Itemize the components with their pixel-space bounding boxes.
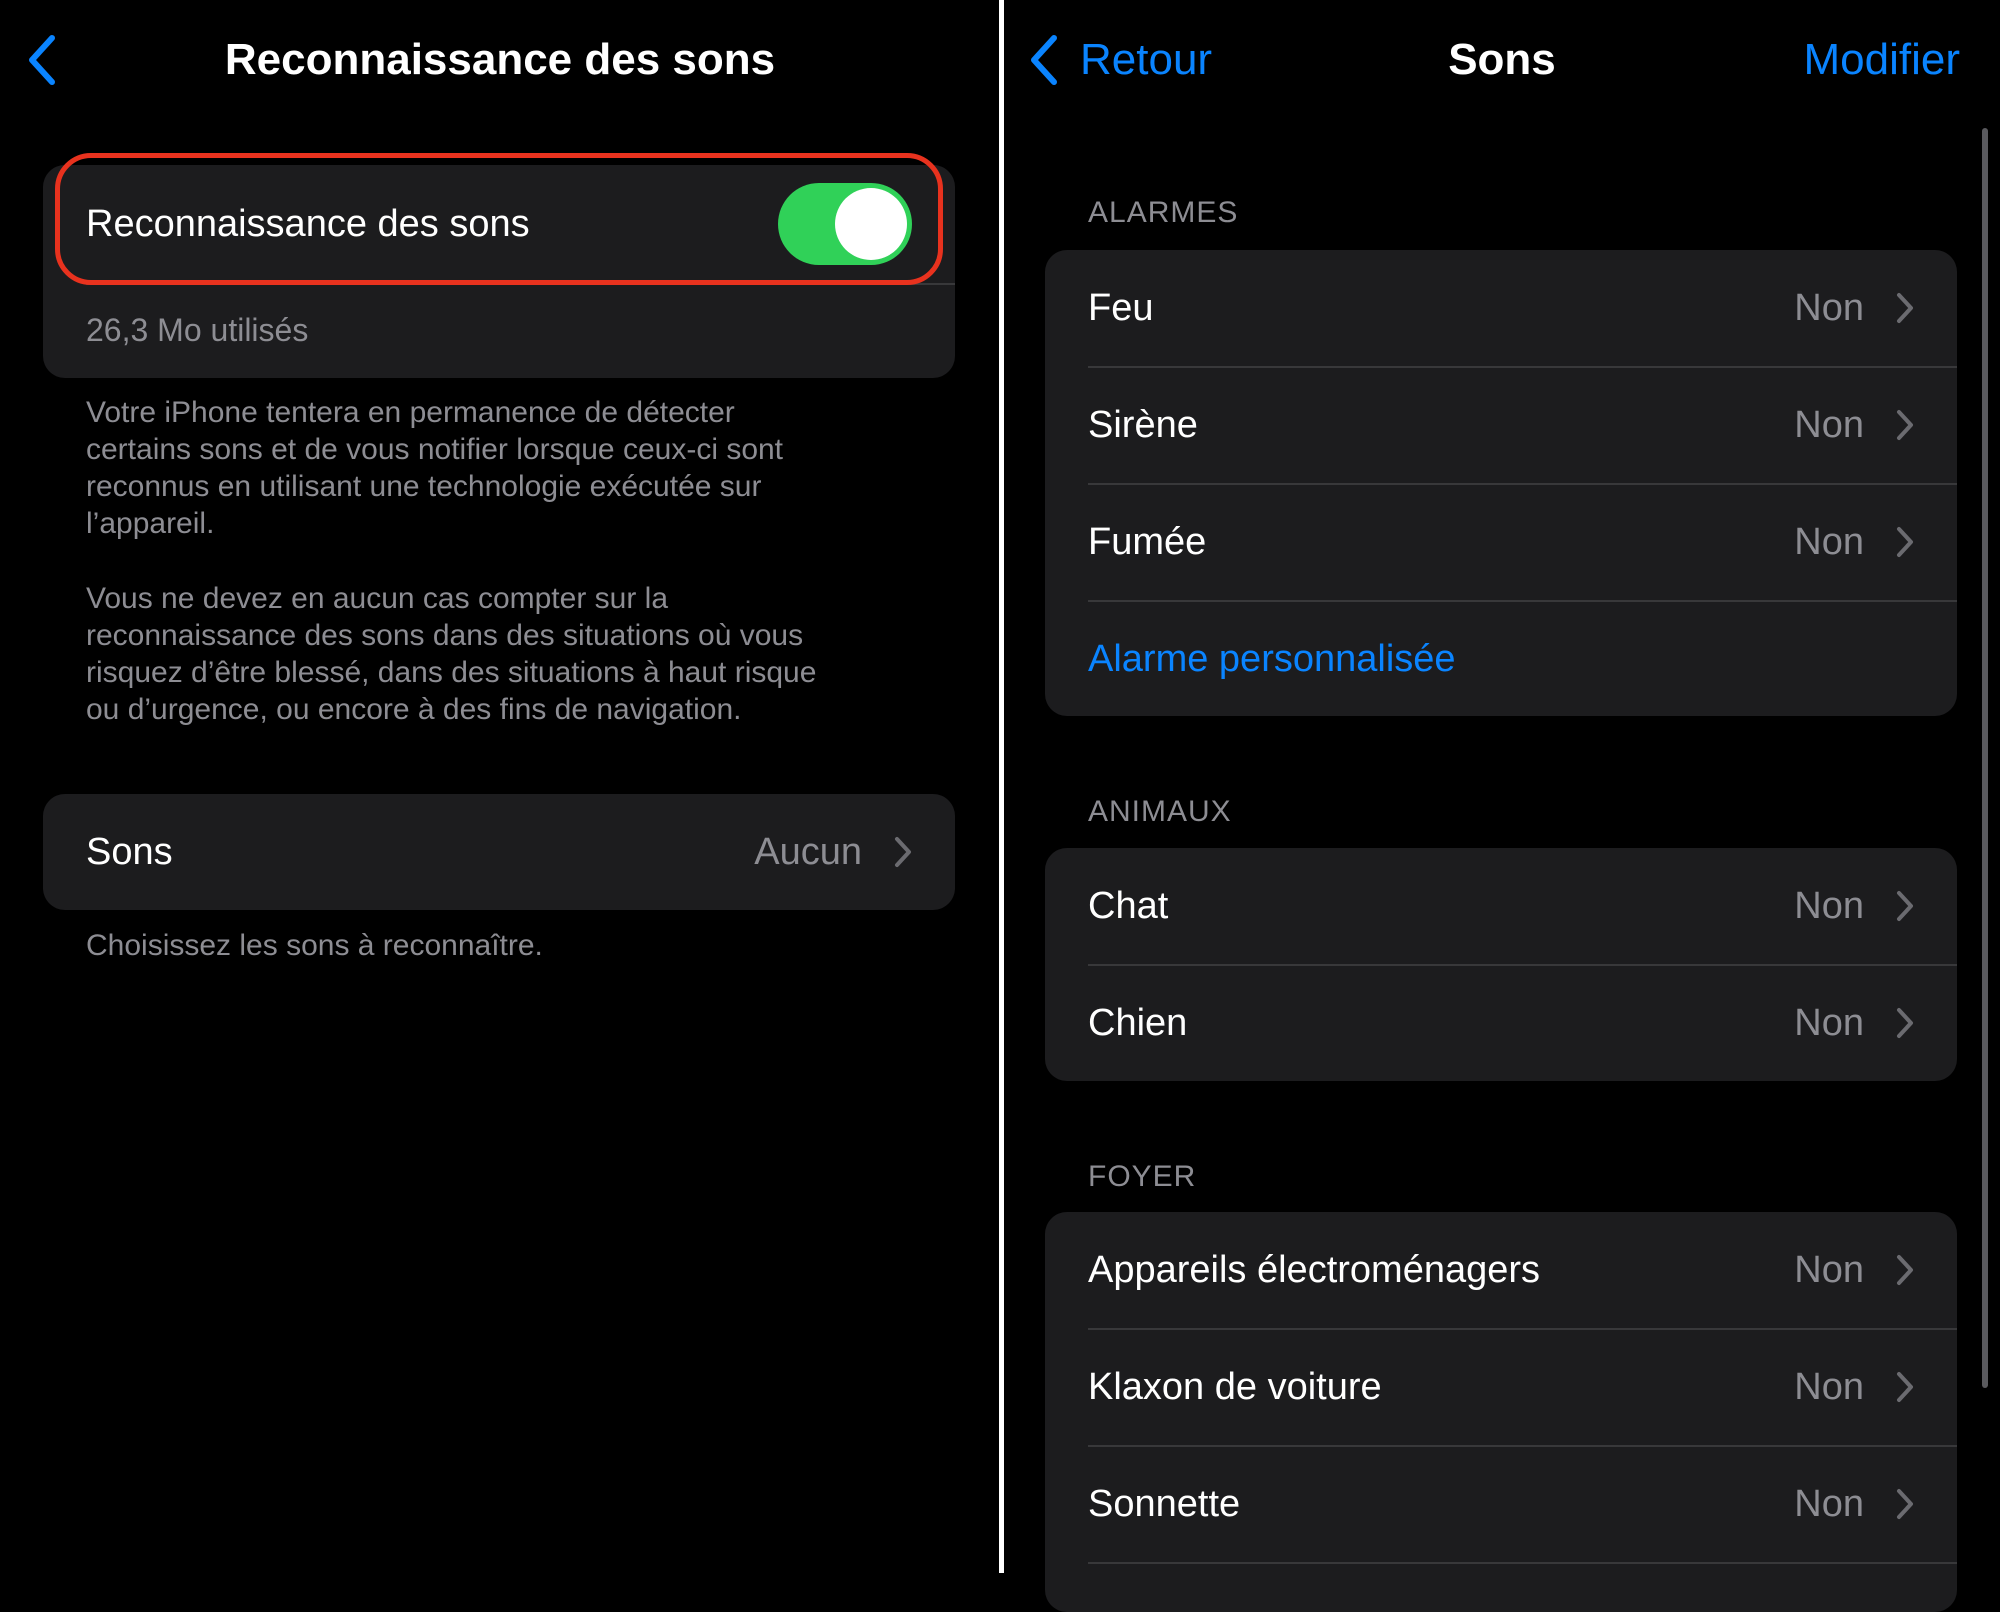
custom-alarm-link[interactable]: Alarme personnalisée bbox=[1088, 601, 1456, 716]
storage-used-text: 26,3 Mo utilisés bbox=[86, 312, 309, 348]
chevron-right-icon bbox=[1896, 409, 1914, 441]
description-line: Votre iPhone tentera en permanence de dé… bbox=[86, 396, 735, 429]
description-line: reconnus en utilisant une technologie ex… bbox=[86, 470, 762, 503]
list-item-label: Chat bbox=[1088, 885, 1169, 927]
sounds-footer-text: Choisissez les sons à reconnaître. bbox=[86, 929, 543, 962]
alarms-group: Feu Non Sirène Non Fumée Non Alarme pers… bbox=[1045, 250, 1957, 716]
list-item-value: Non bbox=[1794, 287, 1864, 329]
description-line: Vous ne devez en aucun cas compter sur l… bbox=[86, 582, 669, 615]
list-item-label: Feu bbox=[1088, 287, 1154, 329]
custom-alarm-row[interactable]: Alarme personnalisée bbox=[1045, 601, 1957, 716]
chevron-right-icon bbox=[1896, 1488, 1914, 1520]
animals-group: Chat Non Chien Non bbox=[1045, 848, 1957, 1081]
chevron-right-icon bbox=[1896, 526, 1914, 558]
description-paragraph-1: Votre iPhone tentera en permanence de dé… bbox=[86, 394, 946, 542]
list-item-label: Sirène bbox=[1088, 404, 1198, 446]
list-item-doorbell[interactable]: Sonnette Non bbox=[1045, 1446, 1957, 1562]
page-title: Reconnaissance des sons bbox=[224, 35, 776, 84]
list-item-label: Appareils électroménagers bbox=[1088, 1249, 1541, 1291]
description-line: certains sons et de vous notifier lorsqu… bbox=[86, 433, 784, 466]
list-item-label: Klaxon de voiture bbox=[1088, 1366, 1382, 1408]
section-header-alarms: ALARMES bbox=[1088, 196, 1239, 229]
list-item-value: Non bbox=[1794, 1002, 1864, 1044]
list-item-label: Sonnette bbox=[1088, 1483, 1241, 1525]
list-item-value: Non bbox=[1794, 521, 1864, 563]
sounds-group: Sons Aucun bbox=[43, 794, 955, 910]
highlight-annotation bbox=[55, 153, 943, 285]
list-item-siren[interactable]: Sirène Non bbox=[1045, 367, 1957, 483]
list-item-label: Fumée bbox=[1088, 521, 1207, 563]
list-item-value: Non bbox=[1794, 885, 1864, 927]
chevron-right-icon bbox=[1896, 1371, 1914, 1403]
list-item-label: Chien bbox=[1088, 1002, 1188, 1044]
description-line: reconnaissance des sons dans des situati… bbox=[86, 619, 804, 652]
description-line: risquez d’être blessé, dans des situatio… bbox=[86, 656, 817, 689]
chevron-right-icon bbox=[1896, 292, 1914, 324]
list-item-cat[interactable]: Chat Non bbox=[1045, 848, 1957, 964]
chevron-right-icon bbox=[1896, 1254, 1914, 1286]
list-item-car-horn[interactable]: Klaxon de voiture Non bbox=[1045, 1329, 1957, 1445]
list-item-smoke[interactable]: Fumée Non bbox=[1045, 484, 1957, 600]
chevron-right-icon bbox=[894, 836, 912, 868]
scrollbar[interactable] bbox=[1982, 128, 1988, 1388]
edit-button[interactable]: Modifier bbox=[1804, 30, 1961, 90]
list-item-appliances[interactable]: Appareils électroménagers Non bbox=[1045, 1212, 1957, 1328]
sounds-row-label: Sons bbox=[86, 831, 173, 873]
list-item-value: Non bbox=[1794, 1366, 1864, 1408]
list-item-value: Non bbox=[1794, 1483, 1864, 1525]
description-paragraph-2: Vous ne devez en aucun cas compter sur l… bbox=[86, 580, 946, 728]
chevron-right-icon bbox=[1896, 890, 1914, 922]
description-line: ou d’urgence, ou encore à des fins de na… bbox=[86, 693, 742, 726]
chevron-right-icon bbox=[1896, 1007, 1914, 1039]
sounds-row-value: Aucun bbox=[754, 831, 862, 873]
list-item-value: Non bbox=[1794, 404, 1864, 446]
list-item-dog[interactable]: Chien Non bbox=[1045, 965, 1957, 1081]
row-separator bbox=[1088, 1562, 1957, 1564]
sounds-screen: Retour Sons Modifier ALARMES Feu Non Sir… bbox=[1004, 0, 2000, 1612]
description-line: l’appareil. bbox=[86, 507, 215, 540]
household-group: Appareils électroménagers Non Klaxon de … bbox=[1045, 1212, 1957, 1612]
list-item-value: Non bbox=[1794, 1249, 1864, 1291]
section-header-animals: ANIMAUX bbox=[1088, 795, 1232, 828]
sound-recognition-screen: Reconnaissance des sons Reconnaissance d… bbox=[0, 0, 1000, 1573]
sounds-row[interactable]: Sons Aucun bbox=[43, 794, 955, 910]
list-item-fire[interactable]: Feu Non bbox=[1045, 250, 1957, 366]
section-header-household: FOYER bbox=[1088, 1160, 1197, 1193]
